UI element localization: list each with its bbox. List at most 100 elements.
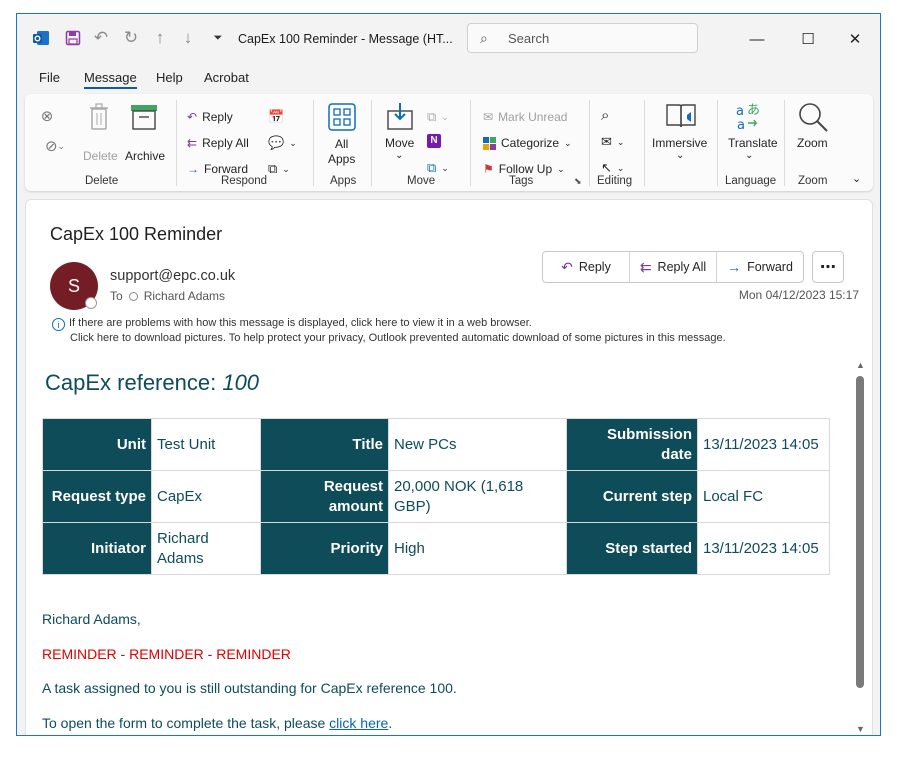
save-icon[interactable]	[63, 28, 83, 48]
scroll-up-icon[interactable]: ▲	[856, 360, 865, 370]
maximize-button[interactable]: ☐	[796, 28, 820, 50]
svg-text:あ: あ	[747, 103, 760, 118]
flag-icon: ⚑	[483, 162, 494, 176]
tab-message[interactable]: Message	[84, 70, 137, 89]
tab-file[interactable]: File	[39, 70, 60, 85]
move-icon[interactable]	[385, 100, 417, 132]
table-value-cell: CapEx	[151, 470, 261, 523]
respond-group-label: Respond	[221, 175, 268, 187]
svg-text:a: a	[736, 104, 744, 119]
table-value-cell: 13/11/2023 14:05	[697, 522, 830, 575]
redo-icon[interactable]: ↻	[121, 28, 141, 48]
junk-icon[interactable]: ⊘ ⌄	[37, 136, 73, 156]
editing-group-label: Editing	[597, 175, 633, 187]
table-value-cell: 20,000 NOK (1,618 GBP)	[388, 470, 567, 523]
immersive-reader-icon[interactable]	[664, 100, 698, 132]
rules-icon[interactable]: ⧉ ⌄	[427, 109, 449, 125]
forward-icon: →	[187, 162, 199, 176]
table-header-cell: Submission date	[566, 418, 698, 471]
immersive-dropdown-icon[interactable]: ⌄	[676, 150, 684, 161]
select-icon[interactable]: ↖ ⌄	[601, 160, 624, 176]
actions-icon[interactable]: ⧉ ⌄	[427, 160, 449, 176]
immersive-button[interactable]: Immersive	[652, 136, 707, 150]
zoom-button[interactable]: Zoom	[797, 136, 828, 150]
info-bar[interactable]: i If there are problems with how this mes…	[52, 316, 726, 346]
table-header-cell: Title	[260, 418, 389, 471]
translate-button[interactable]: Translate	[728, 136, 778, 150]
related-icon[interactable]: ✉ ⌄	[601, 134, 624, 150]
forward-action-button[interactable]: → Forward	[717, 252, 803, 282]
onenote-icon[interactable]: N	[427, 134, 441, 148]
reply-button[interactable]: ↶ Reply	[187, 110, 233, 124]
translate-icon[interactable]: aあa	[733, 100, 765, 132]
window-title: CapEx 100 Reminder - Message (HT...	[238, 32, 453, 46]
info-icon: i	[52, 318, 65, 331]
to-label: To	[110, 289, 123, 303]
reply-action-button[interactable]: ↶ Reply	[543, 252, 630, 282]
zoom-group-label: Zoom	[798, 175, 828, 187]
outlook-message-window: ↶ ↻ ↑ ↓ ⏷ CapEx 100 Reminder - Message (…	[16, 13, 881, 736]
minimize-button[interactable]: —	[745, 28, 769, 50]
tags-group-label: Tags	[509, 175, 534, 187]
archive-button[interactable]: Archive	[125, 149, 165, 163]
ignore-icon[interactable]: ⊗	[37, 106, 57, 126]
table-header-cell: Unit	[42, 418, 152, 471]
mark-unread-button[interactable]: ✉ Mark Unread	[483, 110, 567, 124]
translate-dropdown-icon[interactable]: ⌄	[745, 150, 753, 161]
find-icon[interactable]: ⌕	[601, 107, 609, 124]
capex-details-table: Unit Test Unit Title New PCs Submission …	[42, 418, 830, 575]
message-date: Mon 04/12/2023 15:17	[738, 288, 859, 302]
archive-icon[interactable]	[129, 102, 159, 132]
table-row: Request type CapEx Request amount 20,000…	[42, 470, 830, 523]
table-header-cell: Current step	[566, 470, 698, 523]
delete-button[interactable]: Delete	[83, 149, 118, 163]
follow-up-button[interactable]: ⚑ Follow Up ⌄	[483, 162, 565, 176]
categorize-button[interactable]: Categorize ⌄	[483, 136, 572, 150]
more-actions-button[interactable]: ⋯	[812, 251, 844, 283]
close-button[interactable]: ✕	[843, 28, 867, 50]
vertical-scrollbar[interactable]: ▲ ▼	[855, 360, 865, 735]
recipient-line: To Richard Adams	[110, 289, 225, 303]
undo-icon[interactable]: ↶	[91, 28, 111, 48]
recipient-name[interactable]: Richard Adams	[144, 289, 225, 303]
scroll-down-icon[interactable]: ▼	[856, 724, 865, 734]
reply-all-icon: ⇇	[187, 136, 198, 150]
zoom-icon[interactable]	[796, 100, 830, 134]
table-value-cell: High	[388, 522, 567, 575]
previous-item-icon[interactable]: ↑	[150, 28, 170, 48]
forward-button[interactable]: → Forward	[187, 162, 248, 176]
language-group-label: Language	[725, 175, 777, 187]
delete-icon[interactable]	[85, 102, 113, 132]
tab-help[interactable]: Help	[156, 70, 183, 85]
separator	[313, 100, 314, 186]
reply-all-button[interactable]: ⇇ Reply All	[187, 136, 249, 150]
reply-all-action-button[interactable]: ⇇ Reply All	[630, 252, 717, 282]
search-input[interactable]: ⌕ Search	[467, 23, 698, 53]
table-header-cell: Step started	[566, 522, 698, 575]
reply-all-icon: ⇇	[639, 258, 652, 275]
separator	[717, 100, 718, 186]
search-icon: ⌕	[480, 30, 488, 46]
recipient-status-icon	[128, 291, 138, 301]
tags-dialog-launcher-icon[interactable]: ⬊	[574, 176, 582, 187]
more-respond-icon[interactable]: ⧉ ⌄	[268, 161, 290, 177]
apps-group-label: Apps	[330, 175, 357, 187]
all-apps-icon[interactable]	[327, 102, 357, 132]
all-apps-button[interactable]: All Apps	[328, 137, 355, 167]
meeting-icon[interactable]: 📅	[268, 109, 284, 125]
click-here-link[interactable]: click here	[329, 715, 388, 731]
next-item-icon[interactable]: ↓	[178, 28, 198, 48]
reading-pane: CapEx 100 Reminder S support@epc.co.uk T…	[25, 199, 873, 735]
move-dropdown-icon[interactable]: ⌄	[395, 150, 403, 161]
ribbon-collapse-icon[interactable]: ⌄	[852, 172, 861, 185]
delete-group-label: Delete	[85, 175, 119, 187]
sender-address[interactable]: support@epc.co.uk	[110, 268, 235, 284]
tab-acrobat[interactable]: Acrobat	[204, 70, 249, 85]
move-button[interactable]: Move	[385, 136, 414, 150]
move-group-label: Move	[407, 175, 436, 187]
search-placeholder: Search	[508, 31, 550, 46]
customize-toolbar-icon[interactable]: ⏷	[208, 28, 228, 48]
scroll-thumb[interactable]	[856, 376, 864, 688]
categorize-icon	[483, 136, 496, 150]
im-icon[interactable]: 💬 ⌄	[268, 135, 297, 151]
